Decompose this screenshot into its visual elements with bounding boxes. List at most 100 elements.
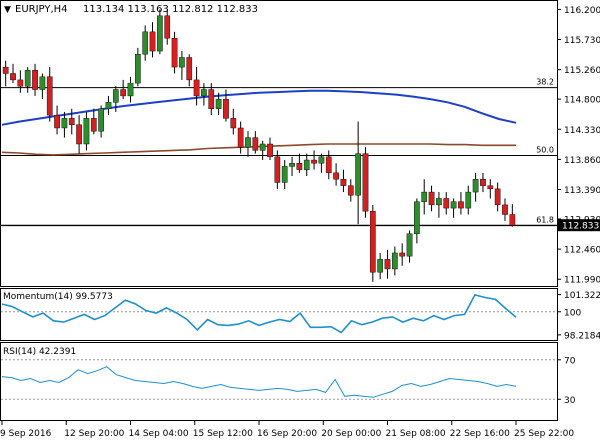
- candle-body: [127, 82, 134, 97]
- candle: [24, 67, 31, 93]
- candle: [494, 182, 501, 212]
- candle-body: [24, 70, 31, 87]
- candle: [46, 67, 53, 122]
- time-tick-label: 14 Sep 04:00: [129, 429, 189, 439]
- time-tick-label: 16 Sep 20:00: [257, 429, 317, 439]
- candle: [436, 192, 442, 218]
- candle-body: [61, 118, 68, 129]
- candle-body: [289, 163, 295, 167]
- candle-body: [391, 252, 398, 270]
- candle: [186, 54, 193, 87]
- candle: [472, 172, 479, 202]
- candle-body: [157, 15, 163, 52]
- trading-chart: ▼ EURJPY,H4 113.134 113.163 112.812 112.…: [0, 0, 600, 439]
- time-tick-label: 22 Sep 16:00: [450, 429, 510, 439]
- candle-body: [274, 156, 281, 183]
- candle-body: [487, 185, 494, 190]
- candle: [237, 121, 244, 154]
- candle-body: [201, 89, 207, 97]
- candle: [450, 198, 457, 218]
- candle: [90, 108, 97, 135]
- candle-body: [494, 188, 501, 206]
- candle-body: [171, 38, 178, 68]
- candle: [458, 192, 464, 215]
- candle-body: [90, 118, 97, 132]
- candle-body: [2, 66, 9, 74]
- symbol-label: EURJPY,H4: [15, 4, 68, 15]
- candle: [355, 121, 361, 225]
- candle-body: [105, 102, 112, 109]
- candle: [406, 230, 413, 263]
- candle: [421, 179, 428, 215]
- rsi-tick-label: 70: [564, 356, 576, 366]
- fibonacci-level-label: 38.2: [536, 78, 554, 87]
- candle: [480, 172, 486, 193]
- candle-body: [193, 79, 200, 97]
- candle-body: [369, 211, 376, 273]
- collapse-triangle-icon[interactable]: ▼: [4, 5, 11, 15]
- candle: [17, 70, 24, 93]
- candle-body: [450, 201, 457, 209]
- candle-body: [83, 118, 90, 145]
- fibonacci-levels: 38.2 50.0 61.8: [1, 78, 557, 227]
- candle: [149, 22, 156, 58]
- momentum-tick-label: 100: [564, 308, 581, 318]
- candle-body: [311, 159, 317, 164]
- candle: [127, 76, 134, 103]
- candle: [105, 95, 112, 116]
- time-tick-label: 25 Sep 22:00: [514, 429, 574, 439]
- candle: [428, 185, 435, 212]
- candle: [157, 9, 163, 55]
- candle: [362, 147, 369, 218]
- fibonacci-level-label: 50.0: [536, 146, 554, 155]
- candle-body: [208, 89, 215, 109]
- time-tick-label: 20 Sep 00:00: [321, 429, 381, 439]
- price-tick-label: 112.460: [564, 246, 600, 256]
- candle: [98, 105, 104, 138]
- candles: [2, 9, 516, 282]
- candle-body: [68, 118, 75, 125]
- candle: [384, 249, 391, 279]
- price-tick-label: 115.260: [564, 66, 600, 76]
- candle: [414, 198, 420, 244]
- candle-body: [436, 198, 442, 206]
- candle-body: [134, 54, 141, 84]
- candle-body: [325, 156, 332, 174]
- candle-body: [230, 118, 237, 129]
- momentum-title: Momentum(14) 99.5773: [3, 292, 113, 302]
- candle-body: [414, 201, 420, 234]
- price-tick-label: 116.200: [564, 6, 600, 16]
- candle: [10, 63, 16, 84]
- candle: [487, 179, 494, 199]
- time-tick-label: 21 Sep 08:00: [386, 429, 446, 439]
- candle: [333, 163, 339, 186]
- candle-body: [399, 252, 406, 257]
- candle-body: [39, 76, 46, 90]
- candle: [32, 63, 38, 96]
- candle-body: [421, 191, 428, 202]
- price-tag-text: 112.833: [562, 222, 599, 232]
- candle: [193, 67, 200, 106]
- candle: [2, 60, 9, 87]
- candle: [443, 192, 450, 215]
- candle-body: [318, 156, 325, 164]
- candle: [340, 169, 347, 193]
- candle: [318, 153, 325, 173]
- candle: [76, 115, 82, 154]
- candle: [252, 131, 259, 154]
- candle: [399, 243, 406, 266]
- candle: [502, 198, 508, 221]
- candle-body: [215, 98, 222, 109]
- price-tick-label: 113.390: [564, 186, 600, 196]
- rsi-title: RSI(14) 42.2391: [3, 347, 76, 357]
- price-tick-label: 114.800: [564, 96, 600, 106]
- candle: [289, 156, 295, 177]
- candle: [134, 47, 141, 87]
- candle-body: [76, 124, 82, 145]
- rsi-indicator: 70 30: [1, 356, 576, 406]
- candle-body: [120, 89, 127, 97]
- candle-body: [252, 137, 259, 151]
- candle-body: [458, 201, 464, 209]
- price-tick-label: 115.730: [564, 36, 600, 46]
- candle-body: [502, 204, 508, 215]
